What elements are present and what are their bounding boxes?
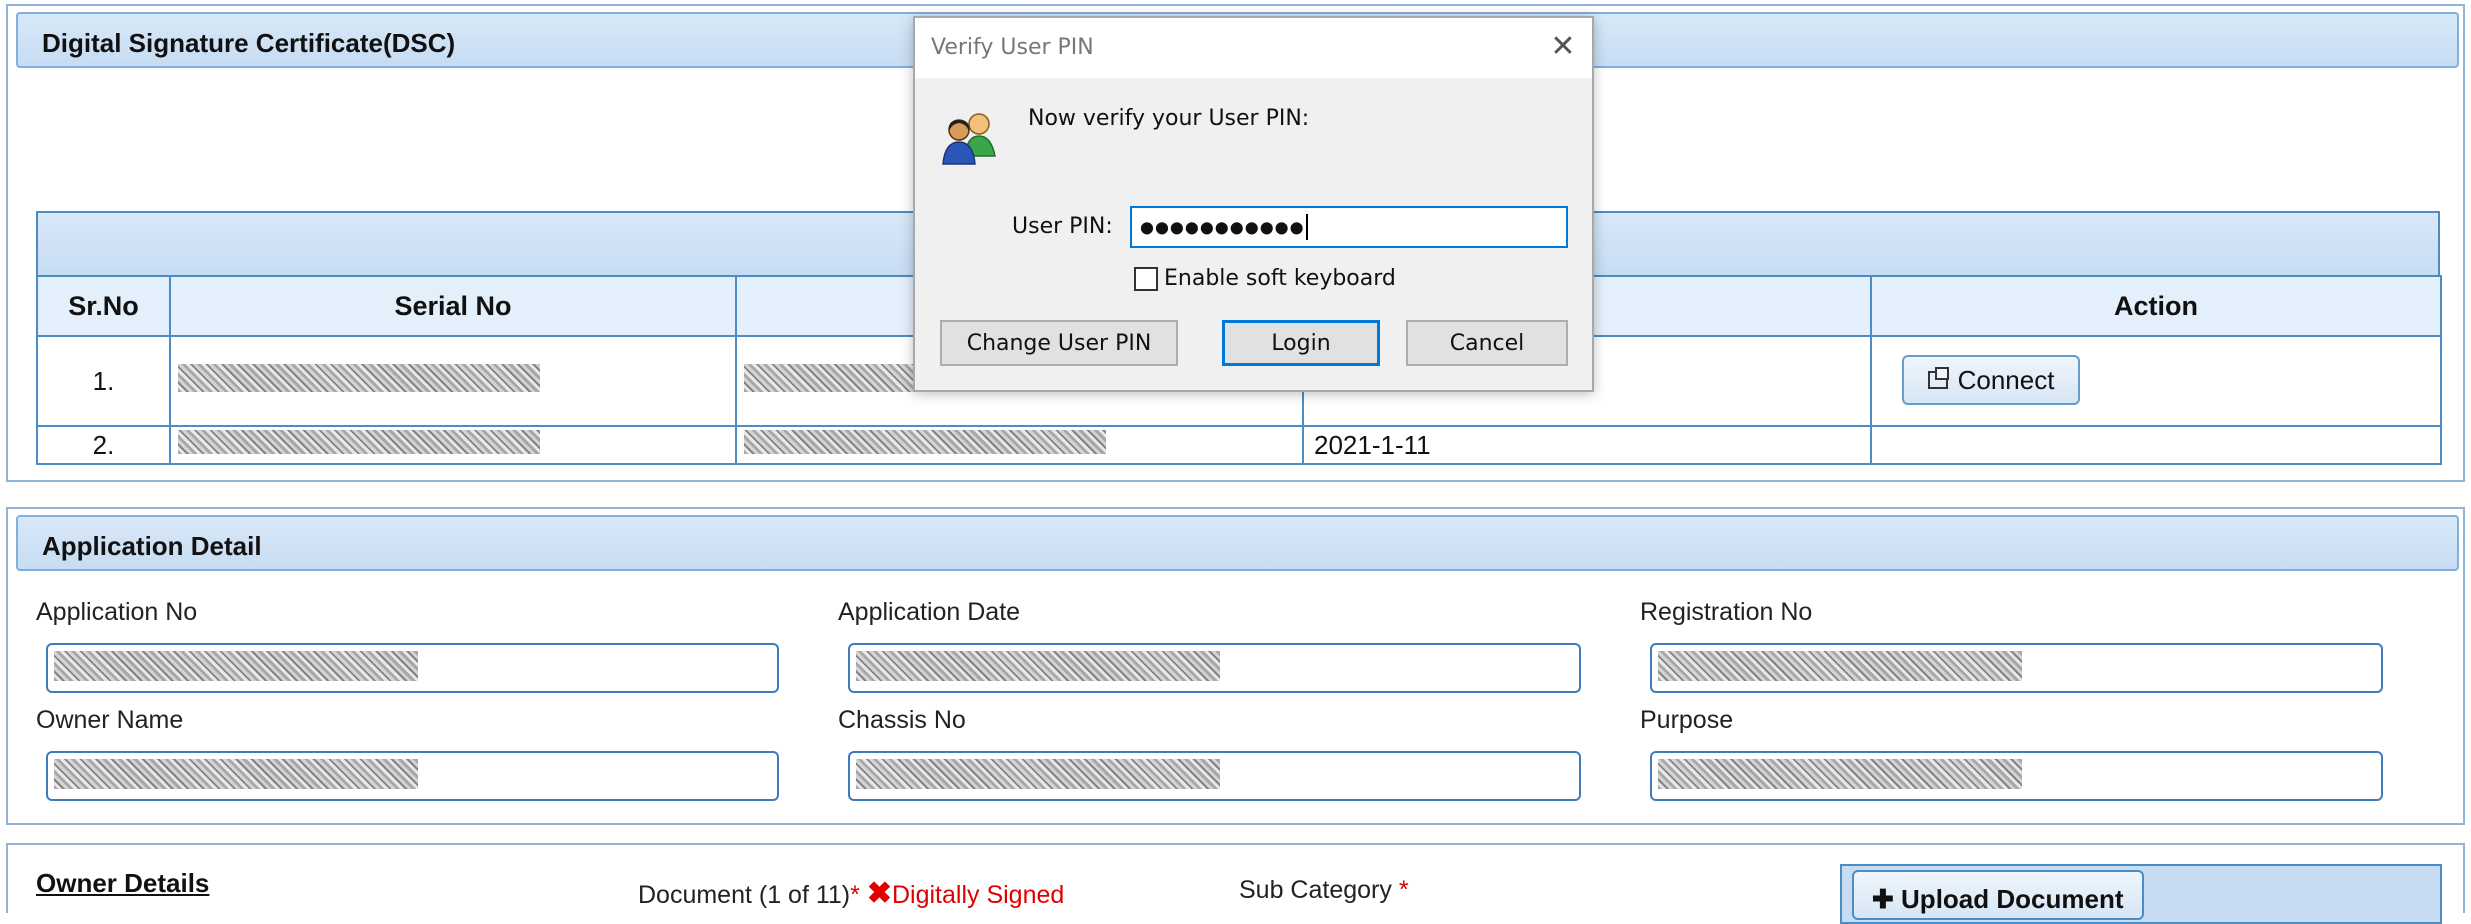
connect-button[interactable]: Connect	[1902, 355, 2080, 405]
col-header-action: Action	[1870, 275, 2442, 337]
row-name-redacted	[735, 425, 1304, 465]
registration-no-field[interactable]	[1650, 643, 2383, 693]
soft-keyboard-checkbox[interactable]	[1134, 266, 1158, 291]
chassis-no-field[interactable]	[848, 751, 1581, 801]
verify-pin-dialog: Verify User PIN ✕ Now verify your User P…	[913, 16, 1594, 392]
application-detail-title: Application Detail	[42, 531, 262, 561]
user-pin-input[interactable]: ●●●●●●●●●●●	[1130, 206, 1568, 248]
document-status: Document (1 of 11)* ✖Digitally Signed	[638, 876, 1064, 911]
application-no-label: Application No	[36, 598, 198, 626]
dialog-title: Verify User PIN	[931, 35, 1094, 60]
cross-icon: ✖	[866, 877, 892, 910]
row-action	[1870, 425, 2442, 465]
table-row: 2. 2021-1-11	[36, 425, 2442, 465]
required-mark: *	[1398, 876, 1409, 904]
application-date-field[interactable]	[848, 643, 1581, 693]
soft-keyboard-option[interactable]: Enable soft keyboard	[1134, 266, 1396, 291]
upload-document-button[interactable]: ✚ Upload Document	[1852, 870, 2144, 920]
upload-document-label: Upload Document	[1901, 884, 2124, 914]
row-srno: 1.	[36, 335, 171, 427]
dialog-message: Now verify your User PIN:	[1028, 106, 1310, 131]
dialog-title-bar[interactable]: Verify User PIN ✕	[915, 18, 1592, 78]
col-header-srno: Sr.No	[36, 275, 171, 337]
row-upto: 2021-1-11	[1302, 425, 1872, 465]
user-pin-label: User PIN:	[1012, 214, 1113, 239]
application-detail-header: Application Detail	[16, 515, 2459, 571]
row-srno: 2.	[36, 425, 171, 465]
connect-button-label: Connect	[1957, 364, 2055, 395]
soft-keyboard-label: Enable soft keyboard	[1164, 266, 1396, 291]
login-button[interactable]: Login	[1222, 320, 1380, 366]
col-header-serial: Serial No	[169, 275, 737, 337]
owner-details-link[interactable]: Owner Details	[36, 868, 209, 899]
user-pin-value: ●●●●●●●●●●●	[1140, 217, 1305, 237]
users-icon	[942, 113, 996, 165]
application-no-field[interactable]	[46, 643, 779, 693]
sub-category-label: Sub Category *	[1239, 876, 1409, 904]
application-date-label: Application Date	[838, 598, 1021, 626]
row-serial-redacted	[169, 425, 737, 465]
purpose-label: Purpose	[1640, 706, 1734, 734]
change-user-pin-button[interactable]: Change User PIN	[940, 320, 1178, 366]
connect-icon	[1927, 367, 1949, 389]
dsc-panel-title: Digital Signature Certificate(DSC)	[42, 28, 456, 58]
owner-name-field[interactable]	[46, 751, 779, 801]
cancel-button[interactable]: Cancel	[1406, 320, 1568, 366]
close-icon[interactable]: ✕	[1548, 32, 1578, 62]
chassis-no-label: Chassis No	[838, 706, 966, 734]
row-serial-redacted	[169, 335, 737, 427]
registration-no-label: Registration No	[1640, 598, 1813, 626]
owner-name-label: Owner Name	[36, 706, 184, 734]
plus-icon: ✚	[1872, 884, 1894, 914]
purpose-field[interactable]	[1650, 751, 2383, 801]
